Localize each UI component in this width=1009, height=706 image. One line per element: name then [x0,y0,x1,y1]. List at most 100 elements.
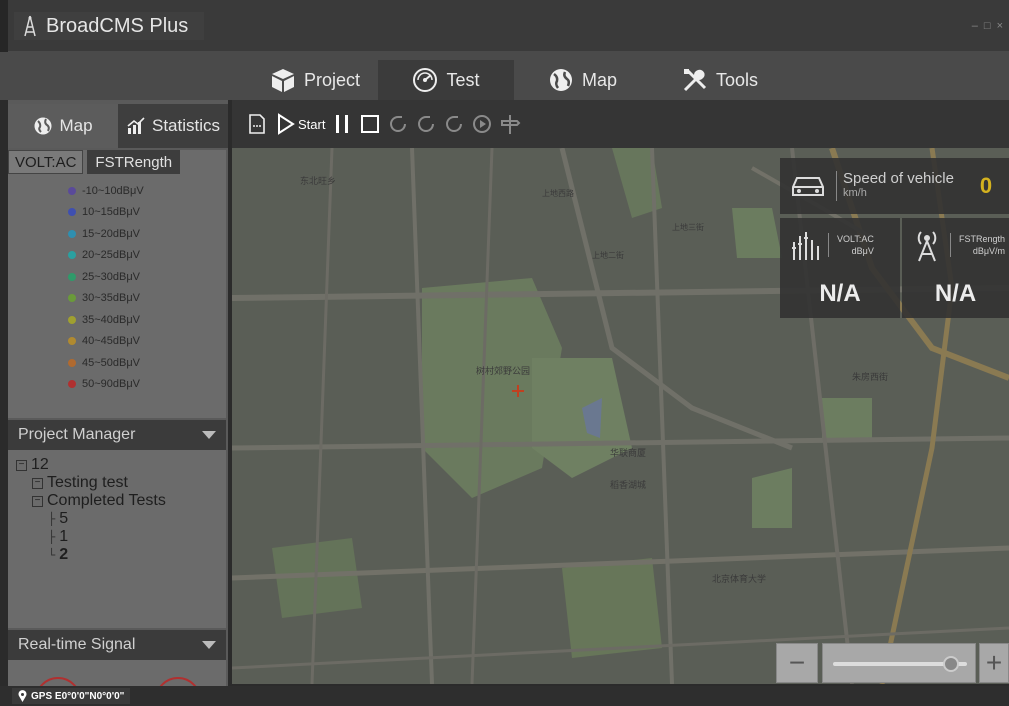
replay-button-1[interactable] [387,108,409,140]
tree-node-label: 2 [59,546,69,563]
collapse-box-icon[interactable]: − [32,477,43,489]
tab-tools-label: Tools [716,69,759,90]
tree-node-testing[interactable]: − Testing test [16,474,226,492]
legend-item: 10~15dBμV [68,202,226,224]
zoom-out-button[interactable]: − [776,643,818,683]
legend-color-dot [68,315,76,324]
volt-meter-value: N/A [819,280,861,307]
tree-node-leaf[interactable]: ├ 5 [16,510,226,528]
tab-tools[interactable]: Tools [664,60,776,100]
tab-project[interactable]: Project [252,60,378,100]
project-tree: − 12 − Testing test − Completed Tests ├ … [8,450,226,628]
signpost-icon [501,115,521,134]
sidebar-tab-map-label: Map [59,116,93,135]
globe-icon [550,69,572,91]
replay-button-3[interactable] [443,108,465,140]
tools-icon [683,68,707,92]
sidebar-tab-statistics[interactable]: Statistics [118,104,228,148]
svg-text:上地三街: 上地三街 [672,222,704,232]
fstrength-meter-value: N/A [934,280,977,307]
legend-color-dot [68,208,76,217]
legend-item: 50~90dBμV [68,374,226,396]
volt-meter-panel: VOLT:AC dBμV N/A [780,218,900,318]
sidebar-tab-statistics-label: Statistics [151,116,221,135]
legend-tab-voltac[interactable]: VOLT:AC [8,150,84,174]
new-file-button[interactable] [246,108,268,140]
signal-gauges-icon [39,677,197,686]
svg-text:东北旺乡: 东北旺乡 [300,175,336,186]
close-button[interactable]: × [997,20,1003,32]
tree-node-completed[interactable]: − Completed Tests [16,492,226,510]
sidebar-tab-bar: Map Statistics [8,104,228,148]
legend-tabs: VOLT:AC FSTRength [8,150,226,174]
project-manager-title: Project Manager [18,426,136,443]
speed-panel: Speed of vehicle km/h 0 [780,158,1009,214]
fstrength-meter-unit: dBμV/m [972,246,1006,256]
legend-tab-fstrength[interactable]: FSTRength [87,150,181,174]
speed-label: Speed of vehicle [843,170,954,187]
realtime-signal-panel [8,660,226,686]
maximize-button[interactable]: □ [984,20,991,32]
legend-label: 30~35dBμV [82,292,141,305]
app-title-tab: BroadCMS Plus [14,12,204,40]
play-circle-button[interactable] [471,108,493,140]
start-button[interactable]: Start [274,108,325,140]
legend-list: -10~10dBμV 10~15dBμV 15~20dBμV 20~25dBμV 25~… [8,180,226,395]
tree-node-leaf[interactable]: ├ 1 [16,528,226,546]
legend-color-dot [68,380,76,389]
fstrength-meter-name: FSTRength [959,234,1006,244]
legend-item: 35~40dBμV [68,309,226,331]
svg-text:上地二街: 上地二街 [592,250,624,260]
tree-node-root[interactable]: − 12 [16,456,226,474]
rotate-icon [418,116,435,132]
legend-color-dot [68,337,76,346]
zoom-in-button[interactable]: + [979,643,1009,683]
gauge-icon [413,68,438,92]
pause-icon [336,115,349,133]
globe-icon [34,117,52,135]
legend-item: 20~25dBμV [68,245,226,267]
zoom-slider[interactable] [822,643,976,683]
legend-item: 40~45dBμV [68,331,226,353]
legend-label: 35~40dBμV [82,313,141,326]
test-toolbar: Start [232,100,1009,148]
tab-test[interactable]: Test [378,60,514,100]
legend-color-dot [68,251,76,260]
stop-icon [361,115,380,133]
legend-item: 45~50dBμV [68,352,226,374]
replay-button-2[interactable] [415,108,437,140]
tree-connector: └ [48,548,56,562]
speed-unit: km/h [843,187,867,199]
app-title: BroadCMS Plus [46,14,189,37]
collapse-caret-icon[interactable] [202,641,216,649]
legend-label: -10~10dBμV [82,184,144,197]
zoom-thumb[interactable] [942,656,959,672]
tree-node-label: Testing test [47,474,128,491]
legend-panel: VOLT:AC FSTRength -10~10dBμV 10~15dBμV 15~… [8,150,226,418]
play-circle-icon [473,115,492,133]
signpost-button[interactable] [499,108,521,140]
collapse-box-icon[interactable]: − [32,495,43,507]
pause-button[interactable] [331,108,353,140]
legend-color-dot [68,186,76,195]
svg-text:树村郊野公园: 树村郊野公园 [476,365,530,376]
realtime-signal-header[interactable]: Real-time Signal [8,630,226,660]
tab-map[interactable]: Map [530,60,635,100]
legend-color-dot [68,229,76,238]
stop-button[interactable] [359,108,381,140]
minimize-button[interactable]: – [972,20,978,32]
tab-map-label: Map [582,69,618,90]
rotate-icon [446,116,463,132]
chart-icon [127,117,145,134]
tree-node-label: 1 [59,528,69,545]
legend-item: 15~20dBμV [68,223,226,245]
tree-node-label: Completed Tests [47,492,166,509]
collapse-caret-icon[interactable] [202,431,216,439]
legend-color-dot [68,358,76,367]
project-manager-header[interactable]: Project Manager [8,420,226,450]
collapse-box-icon[interactable]: − [16,459,27,471]
svg-text:北京体育大学: 北京体育大学 [712,573,766,584]
tree-node-leaf-selected[interactable]: └ 2 [16,546,226,564]
sidebar-tab-map[interactable]: Map [8,104,118,148]
realtime-signal-title: Real-time Signal [18,636,136,653]
